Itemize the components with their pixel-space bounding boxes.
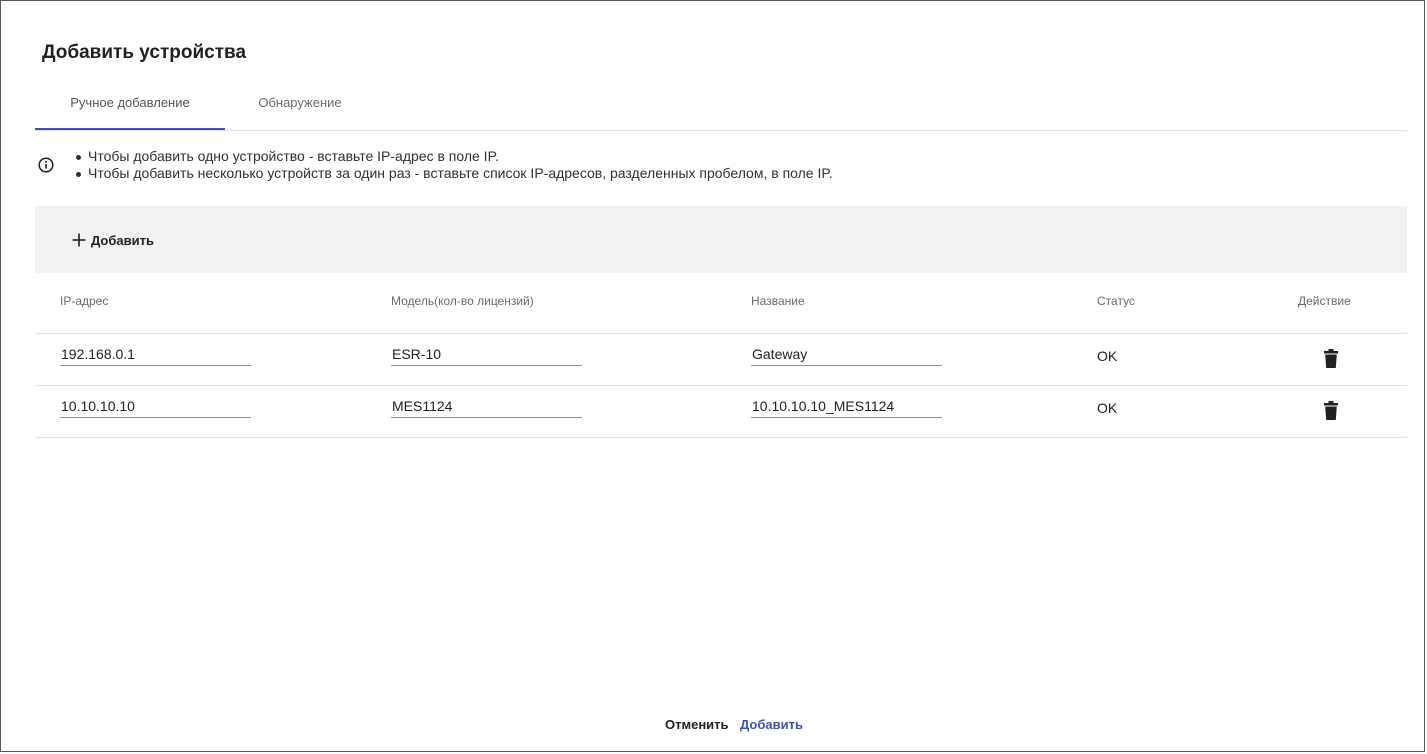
column-header-status: Статус (1097, 294, 1135, 308)
status-text: OK (1097, 348, 1118, 364)
column-header-model: Модель(кол-во лицензий) (391, 294, 534, 308)
table-toolbar: Добавить (35, 206, 1407, 273)
info-line: Чтобы добавить одно устройство - вставьт… (76, 148, 833, 165)
tab-discovery[interactable]: Обнаружение (235, 89, 365, 129)
info-circle-icon (38, 157, 54, 173)
name-input[interactable] (751, 343, 942, 366)
dialog-footer: Отменить Добавить (1, 717, 1424, 737)
column-header-name: Название (751, 294, 805, 308)
tab-manual-add-label: Ручное добавление (70, 95, 190, 110)
table-row: OK (35, 386, 1407, 438)
model-input[interactable] (391, 395, 582, 418)
model-input[interactable] (391, 343, 582, 366)
ip-input[interactable] (60, 343, 251, 366)
active-tab-indicator (35, 128, 225, 130)
add-row-button[interactable]: Добавить (71, 229, 154, 251)
ip-input[interactable] (60, 395, 251, 418)
cancel-button[interactable]: Отменить (665, 717, 729, 732)
dialog-title: Добавить устройства (42, 42, 247, 63)
name-input[interactable] (751, 395, 942, 418)
tab-discovery-label: Обнаружение (258, 95, 342, 110)
trash-icon[interactable] (1324, 349, 1338, 368)
tab-bar: Ручное добавление Обнаружение (35, 89, 1407, 131)
column-header-action: Действие (1298, 294, 1351, 308)
info-line: Чтобы добавить несколько устройств за од… (76, 165, 833, 181)
status-text: OK (1097, 400, 1118, 416)
add-row-label: Добавить (91, 232, 154, 248)
column-header-ip: IP-адрес (60, 294, 109, 308)
trash-icon[interactable] (1324, 401, 1338, 420)
table-header: IP-адрес Модель(кол-во лицензий) Названи… (35, 273, 1407, 334)
info-list: Чтобы добавить одно устройство - вставьт… (76, 148, 833, 182)
table-row: OK (35, 334, 1407, 386)
plus-icon (72, 233, 86, 247)
tab-manual-add[interactable]: Ручное добавление (35, 89, 225, 130)
add-devices-dialog: Добавить устройства Ручное добавление Об… (0, 0, 1425, 752)
devices-table: IP-адрес Модель(кол-во лицензий) Названи… (35, 273, 1407, 438)
submit-add-button[interactable]: Добавить (740, 717, 803, 732)
